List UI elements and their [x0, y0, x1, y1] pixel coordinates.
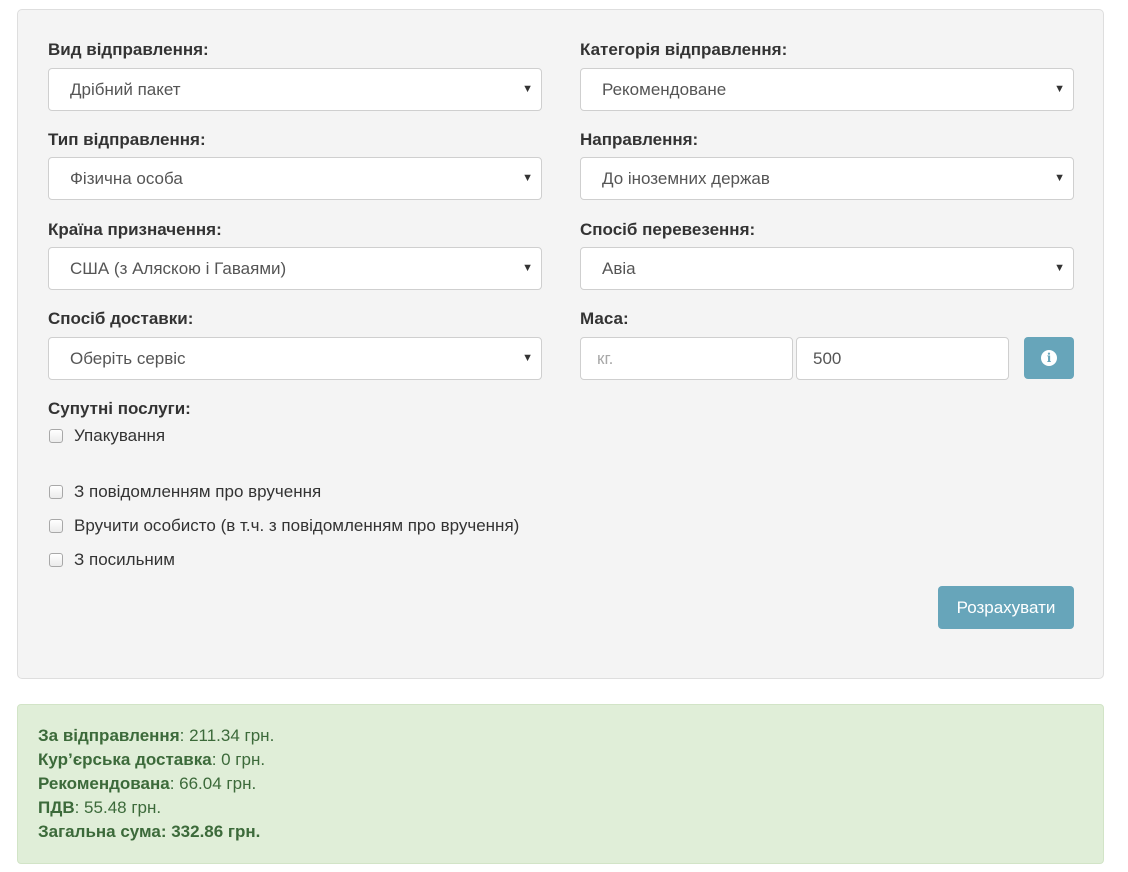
mass-grams-input[interactable]: 500	[796, 337, 1009, 380]
shipment-kind-select[interactable]: Дрібний пакет ▼	[48, 68, 542, 111]
shipment-category-label: Категорія відправлення:	[580, 40, 788, 59]
courier-checkbox[interactable]	[49, 553, 63, 567]
dropdown-caret-icon: ▼	[522, 172, 533, 184]
result-registered-label: Рекомендована	[38, 774, 170, 793]
result-total-label: Загальна сума: 332.86 грн.	[38, 822, 261, 841]
mass-kg-input[interactable]: кг.	[580, 337, 793, 380]
result-total: Загальна сума: 332.86 грн.	[38, 821, 260, 843]
personal-delivery-checkbox[interactable]	[49, 519, 63, 533]
delivery-notice-checkbox[interactable]	[49, 485, 63, 499]
result-shipment-label: За відправлення	[38, 726, 180, 745]
result-courier-label: Кур’єрська доставка	[38, 750, 212, 769]
mass-label: Маса:	[580, 309, 629, 328]
packaging-label: Упакування	[74, 426, 166, 445]
transport-method-select[interactable]: Авіа ▼	[580, 247, 1074, 290]
packaging-checkbox[interactable]	[49, 429, 63, 443]
result-panel: За відправлення: 211.34 грн. Кур’єрська …	[17, 704, 1104, 864]
transport-method-value: Авіа	[602, 259, 636, 278]
destination-country-value: США (з Аляскою і Гаваями)	[70, 259, 287, 278]
dropdown-caret-icon: ▼	[1054, 262, 1065, 274]
result-registered: Рекомендована: 66.04 грн.	[38, 773, 256, 795]
result-registered-value: : 66.04 грн.	[169, 774, 257, 793]
destination-country-select[interactable]: США (з Аляскою і Гаваями) ▼	[48, 247, 542, 290]
result-shipment-value: : 211.34 грн.	[179, 726, 275, 745]
result-courier: Кур’єрська доставка: 0 грн.	[38, 749, 265, 771]
dropdown-caret-icon: ▼	[522, 83, 533, 95]
mass-info-button[interactable]: i	[1024, 337, 1074, 379]
shipment-kind-label: Вид відправлення:	[48, 40, 209, 59]
delivery-method-value: Оберіть сервіс	[70, 349, 186, 368]
shipment-type-label: Тип відправлення:	[48, 130, 206, 149]
direction-value: До іноземних держав	[602, 169, 770, 188]
calculator-form-panel: Вид відправлення: Дрібний пакет ▼ Катего…	[17, 9, 1104, 679]
info-icon: i	[1041, 350, 1057, 366]
shipment-type-select[interactable]: Фізична особа ▼	[48, 157, 542, 200]
dropdown-caret-icon: ▼	[522, 262, 533, 274]
personal-delivery-label: Вручити особисто (в т.ч. з повідомленням…	[74, 516, 520, 535]
shipment-category-select[interactable]: Рекомендоване ▼	[580, 68, 1074, 111]
result-courier-value: : 0 грн.	[211, 750, 266, 769]
shipment-category-value: Рекомендоване	[602, 80, 727, 99]
delivery-notice-label: З повідомленням про вручення	[74, 482, 322, 501]
result-shipment: За відправлення: 211.34 грн.	[38, 725, 274, 747]
direction-select[interactable]: До іноземних держав ▼	[580, 157, 1074, 200]
delivery-method-label: Спосіб доставки:	[48, 309, 194, 328]
result-vat: ПДВ: 55.48 грн.	[38, 797, 161, 819]
direction-label: Направлення:	[580, 130, 699, 149]
dropdown-caret-icon: ▼	[1054, 172, 1065, 184]
dropdown-caret-icon: ▼	[1054, 83, 1065, 95]
transport-method-label: Спосіб перевезення:	[580, 220, 756, 239]
destination-country-label: Країна призначення:	[48, 220, 222, 239]
result-vat-label: ПДВ	[38, 798, 75, 817]
dropdown-caret-icon: ▼	[522, 352, 533, 364]
shipment-kind-value: Дрібний пакет	[70, 80, 181, 99]
courier-label: З посильним	[74, 550, 175, 569]
services-label: Супутні послуги:	[48, 399, 191, 418]
shipment-type-value: Фізична особа	[70, 169, 183, 188]
calculate-button[interactable]: Розрахувати	[938, 586, 1074, 629]
result-vat-value: : 55.48 грн.	[74, 798, 162, 817]
delivery-method-select[interactable]: Оберіть сервіс ▼	[48, 337, 542, 380]
